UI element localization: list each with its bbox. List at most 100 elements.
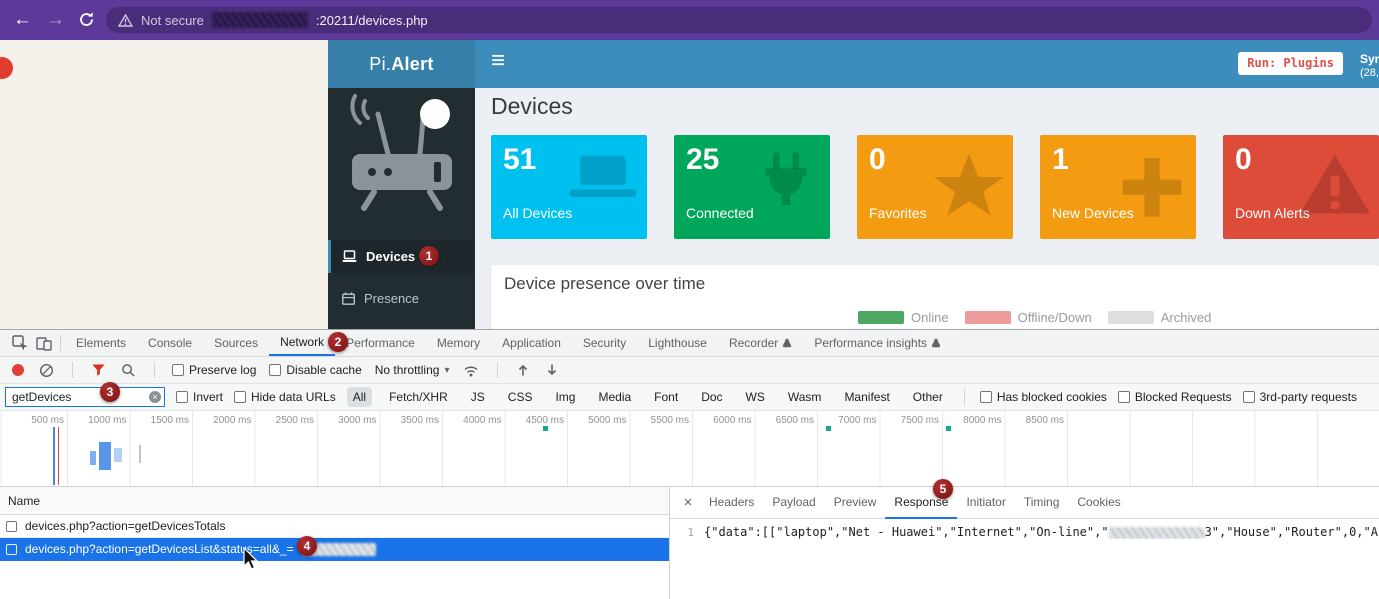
back-icon[interactable]: ← (13, 9, 32, 31)
app-brand[interactable]: Pi.Alert (328, 40, 475, 88)
refresh-icon[interactable] (78, 11, 95, 34)
tab-recorder[interactable]: Recorder (718, 330, 803, 356)
request-checkbox[interactable] (6, 521, 17, 532)
tab-elements[interactable]: Elements (65, 330, 137, 356)
timeline-tick: 4000 ms (434, 415, 502, 426)
detail-tab-initiator[interactable]: Initiator (957, 487, 1014, 519)
checkbox-box (1118, 391, 1130, 403)
record-button[interactable] (12, 364, 24, 376)
throttling-dropdown[interactable]: No throttling▾ (375, 363, 450, 377)
filter-type-manifest[interactable]: Manifest (838, 387, 895, 407)
checkbox-label: 3rd-party requests (1260, 390, 1357, 404)
filter-type-img[interactable]: Img (549, 387, 581, 407)
presence-panel-title: Device presence over time (504, 274, 705, 294)
filter-type-media[interactable]: Media (592, 387, 637, 407)
timeline-tick: 3000 ms (309, 415, 377, 426)
divider (60, 335, 61, 351)
device-toolbar-icon (36, 335, 52, 351)
user-subtext: (28, (1360, 67, 1379, 79)
network-conditions-button[interactable] (462, 358, 480, 382)
timeline-load-marker (58, 427, 60, 485)
detail-tab-bar: × Headers Payload Preview Response Initi… (670, 487, 1379, 519)
request-list-header[interactable]: Name (0, 487, 669, 515)
filter-type-js[interactable]: JS (465, 387, 491, 407)
filter-type-other[interactable]: Other (907, 387, 949, 407)
tab-performance[interactable]: Performance (335, 330, 426, 356)
annotation-badge-2: 2 (328, 332, 348, 352)
throttling-value: No throttling (375, 363, 440, 377)
export-har-button[interactable] (544, 358, 560, 382)
checkbox-label: Hide data URLs (251, 390, 336, 404)
filter-type-css[interactable]: CSS (502, 387, 539, 407)
checkbox-label: Disable cache (286, 363, 361, 377)
filter-type-all[interactable]: All (347, 387, 372, 407)
search-button[interactable] (119, 358, 137, 382)
user-name[interactable]: Sym (1360, 52, 1379, 66)
third-party-requests-checkbox[interactable]: 3rd-party requests (1243, 390, 1357, 404)
forward-icon[interactable]: → (46, 9, 65, 31)
tab-performance-insights[interactable]: Performance insights (803, 330, 952, 356)
inspect-element-button[interactable] (8, 331, 32, 355)
address-bar[interactable]: Not secure :20211/devices.php (106, 7, 1372, 33)
card-down-alerts[interactable]: 0 Down Alerts (1223, 135, 1379, 239)
run-plugins-button[interactable]: Run: Plugins (1238, 52, 1343, 75)
sidebar-item-presence[interactable]: Presence (328, 282, 475, 315)
timeline-tick: 8500 ms (996, 415, 1064, 426)
tab-label: Recorder (729, 331, 778, 356)
legend-item: Archived (1108, 310, 1212, 325)
detail-tab-payload[interactable]: Payload (763, 487, 824, 519)
checkbox-box (269, 364, 281, 376)
tab-memory[interactable]: Memory (426, 330, 491, 356)
network-overview-timeline[interactable]: 500 ms 1000 ms 1500 ms 2000 ms 2500 ms 3… (0, 411, 1379, 487)
red-dot (0, 57, 13, 79)
filter-input[interactable] (5, 387, 165, 407)
legend-swatch-archived (1108, 311, 1154, 324)
detail-tab-cookies[interactable]: Cookies (1068, 487, 1129, 519)
filter-type-ws[interactable]: WS (740, 387, 771, 407)
card-new-devices[interactable]: 1 New Devices (1040, 135, 1196, 239)
calendar-icon (342, 292, 355, 305)
request-row-selected[interactable]: devices.php?action=getDevicesList&status… (0, 538, 669, 561)
filter-toggle-button[interactable] (90, 358, 106, 382)
filter-type-wasm[interactable]: Wasm (782, 387, 828, 407)
tab-application[interactable]: Application (491, 330, 572, 356)
card-all-devices[interactable]: 51 All Devices (491, 135, 647, 239)
app-sidebar: Pi.Alert (328, 40, 475, 329)
tab-console[interactable]: Console (137, 330, 203, 356)
line-number: 1 (670, 525, 694, 539)
detail-tab-preview[interactable]: Preview (825, 487, 886, 519)
request-row[interactable]: devices.php?action=getDevicesTotals (0, 515, 669, 538)
import-har-button[interactable] (515, 358, 531, 382)
sidebar-item-devices[interactable]: Devices (328, 240, 475, 273)
tab-network[interactable]: Network (269, 330, 335, 356)
experiment-flask-icon (782, 338, 792, 348)
filter-clear-icon[interactable]: × (149, 391, 161, 403)
blocked-requests-checkbox[interactable]: Blocked Requests (1118, 390, 1232, 404)
filter-type-doc[interactable]: Doc (695, 387, 728, 407)
tab-sources[interactable]: Sources (203, 330, 269, 356)
presence-legend: Online Offline/Down Archived (858, 310, 1211, 325)
card-connected[interactable]: 25 Connected (674, 135, 830, 239)
preserve-log-checkbox[interactable]: Preserve log (172, 363, 256, 377)
tab-lighthouse[interactable]: Lighthouse (637, 330, 718, 356)
invert-checkbox[interactable]: Invert (176, 390, 223, 404)
timeline-activity-dot (946, 426, 951, 431)
request-checkbox[interactable] (6, 544, 17, 555)
device-toolbar-button[interactable] (32, 331, 56, 355)
close-icon[interactable]: × (678, 494, 698, 511)
hamburger-icon[interactable]: ≡ (491, 47, 505, 75)
has-blocked-cookies-checkbox[interactable]: Has blocked cookies (980, 390, 1107, 404)
tab-security[interactable]: Security (572, 330, 637, 356)
clear-button[interactable] (37, 358, 55, 382)
legend-label: Offline/Down (1018, 310, 1092, 325)
timeline-activity-bar (90, 451, 96, 465)
filter-type-fetch-xhr[interactable]: Fetch/XHR (383, 387, 454, 407)
timeline-dcl-marker (53, 427, 55, 485)
response-viewer[interactable]: 1 {"data":[["laptop","Net - Huawei","Int… (670, 519, 1379, 539)
detail-tab-timing[interactable]: Timing (1015, 487, 1069, 519)
disable-cache-checkbox[interactable]: Disable cache (269, 363, 361, 377)
filter-type-font[interactable]: Font (648, 387, 684, 407)
hide-data-urls-checkbox[interactable]: Hide data URLs (234, 390, 336, 404)
card-favorites[interactable]: 0 Favorites (857, 135, 1013, 239)
detail-tab-headers[interactable]: Headers (700, 487, 763, 519)
